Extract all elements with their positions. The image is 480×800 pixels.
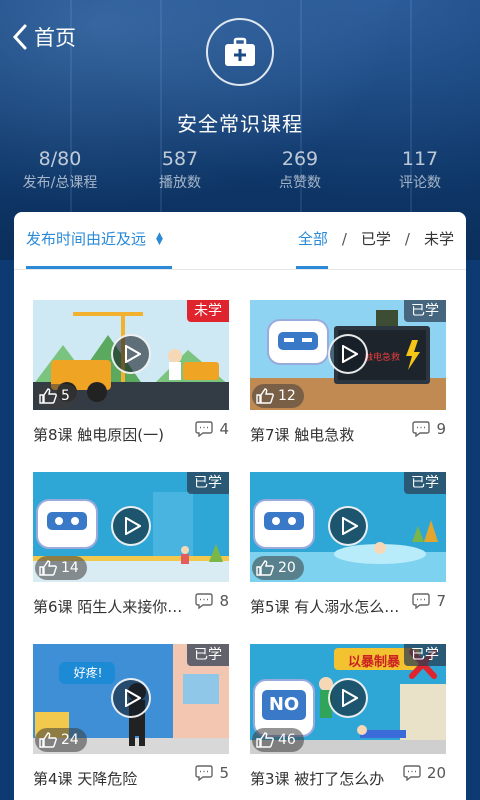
back-label: 首页 <box>34 26 76 50</box>
comment-count: 8 <box>195 592 229 610</box>
status-badge: 已学 <box>404 472 446 494</box>
first-aid-kit-icon <box>206 18 274 86</box>
play-icon[interactable] <box>328 678 368 718</box>
play-icon[interactable] <box>111 506 151 546</box>
stat-plays: 587 播放数 <box>159 148 201 191</box>
course-title: 第8课 触电原因(一) <box>33 426 165 444</box>
comment-count: 20 <box>403 764 446 782</box>
comment-icon <box>412 593 431 609</box>
sort-arrows-icon: ▲ ▼ <box>156 230 163 247</box>
status-badge: 已学 <box>187 472 229 494</box>
comment-count: 4 <box>195 420 229 438</box>
thumbnail-caption: 以暴制暴 <box>347 655 400 670</box>
filter-unlearned[interactable]: 未学 <box>424 228 454 249</box>
thumbs-up-icon <box>256 560 274 576</box>
course-thumbnail: 已学 14 <box>33 472 229 582</box>
comment-count: 9 <box>412 420 446 438</box>
status-badge: 未学 <box>187 300 229 322</box>
stat-likes: 269 点赞数 <box>279 148 321 191</box>
course-thumbnail: 已学 20 <box>250 472 446 582</box>
like-count[interactable]: 12 <box>252 384 304 408</box>
course-title: 第5课 有人溺水怎么… <box>250 598 400 616</box>
like-count[interactable]: 20 <box>252 556 304 580</box>
status-filters: 全部 / 已学 / 未学 <box>297 228 454 249</box>
course-thumbnail: 好疼! 已学 24 <box>33 644 229 754</box>
like-count[interactable]: 46 <box>252 728 304 752</box>
back-button[interactable]: 首页 <box>10 20 76 54</box>
thumbs-up-icon <box>39 732 57 748</box>
filter-underline <box>296 266 328 269</box>
course-card-8[interactable]: 未学 5 第8课 触电原因(一) 4 <box>33 300 229 464</box>
play-icon[interactable] <box>111 334 151 374</box>
chevron-left-icon <box>12 24 27 50</box>
course-card-4[interactable]: 好疼! 已学 24 第4课 天降危险 5 <box>33 644 229 800</box>
page-title: 安全常识课程 <box>177 112 303 136</box>
thumbnail-sign-text: NO <box>268 694 300 715</box>
course-card-3[interactable]: 以暴制暴 NO 已学 46 第3课 被打了怎么办 20 <box>250 644 446 800</box>
sort-label: 发布时间由近及远 <box>26 230 147 248</box>
stat-comments: 117 评论数 <box>399 148 441 191</box>
filter-learned[interactable]: 已学 <box>361 228 391 249</box>
thumbnail-caption: 触电急救 <box>364 353 401 363</box>
comment-icon <box>195 593 214 609</box>
comment-icon <box>195 765 214 781</box>
course-thumbnail: 以暴制暴 NO 已学 46 <box>250 644 446 754</box>
filter-bar: 发布时间由近及远 ▲ ▼ 全部 / 已学 / 未学 <box>14 212 466 270</box>
comment-icon <box>412 421 431 437</box>
play-icon[interactable] <box>111 678 151 718</box>
sort-underline <box>26 266 172 269</box>
like-count[interactable]: 24 <box>35 728 87 752</box>
course-thumbnail: 未学 5 <box>33 300 229 410</box>
play-icon[interactable] <box>328 334 368 374</box>
course-thumbnail: 触电急救 已学 12 <box>250 300 446 410</box>
course-title: 第3课 被打了怎么办 <box>250 770 385 788</box>
comment-count: 5 <box>195 764 229 782</box>
stat-courses: 8/80 发布/总课程 <box>22 148 98 191</box>
course-list-panel: 发布时间由近及远 ▲ ▼ 全部 / 已学 / 未学 未学 5 第8课 触电原因(… <box>14 212 466 800</box>
course-title: 第4课 天降危险 <box>33 770 138 788</box>
status-badge: 已学 <box>404 644 446 666</box>
comment-icon <box>195 421 214 437</box>
thumbs-up-icon <box>39 560 57 576</box>
stats-row: 8/80 发布/总课程 587 播放数 269 点赞数 117 评论数 <box>0 146 480 200</box>
like-count[interactable]: 5 <box>35 384 78 408</box>
thumbs-up-icon <box>39 388 57 404</box>
course-card-5[interactable]: 已学 20 第5课 有人溺水怎么… 7 <box>250 472 446 636</box>
course-title: 第6课 陌生人来接你… <box>33 598 183 616</box>
course-card-6[interactable]: 已学 14 第6课 陌生人来接你… 8 <box>33 472 229 636</box>
status-badge: 已学 <box>404 300 446 322</box>
thumbnail-caption: 好疼! <box>73 666 103 680</box>
course-title: 第7课 触电急救 <box>250 426 355 444</box>
course-card-7[interactable]: 触电急救 已学 12 第7课 触电急救 9 <box>250 300 446 464</box>
status-badge: 已学 <box>187 644 229 666</box>
thumbs-up-icon <box>256 732 274 748</box>
comment-count: 7 <box>412 592 446 610</box>
comment-icon <box>403 765 421 781</box>
thumbs-up-icon <box>256 388 274 404</box>
play-icon[interactable] <box>328 506 368 546</box>
like-count[interactable]: 14 <box>35 556 87 580</box>
filter-all[interactable]: 全部 <box>298 228 328 249</box>
sort-dropdown[interactable]: 发布时间由近及远 ▲ ▼ <box>26 228 163 249</box>
